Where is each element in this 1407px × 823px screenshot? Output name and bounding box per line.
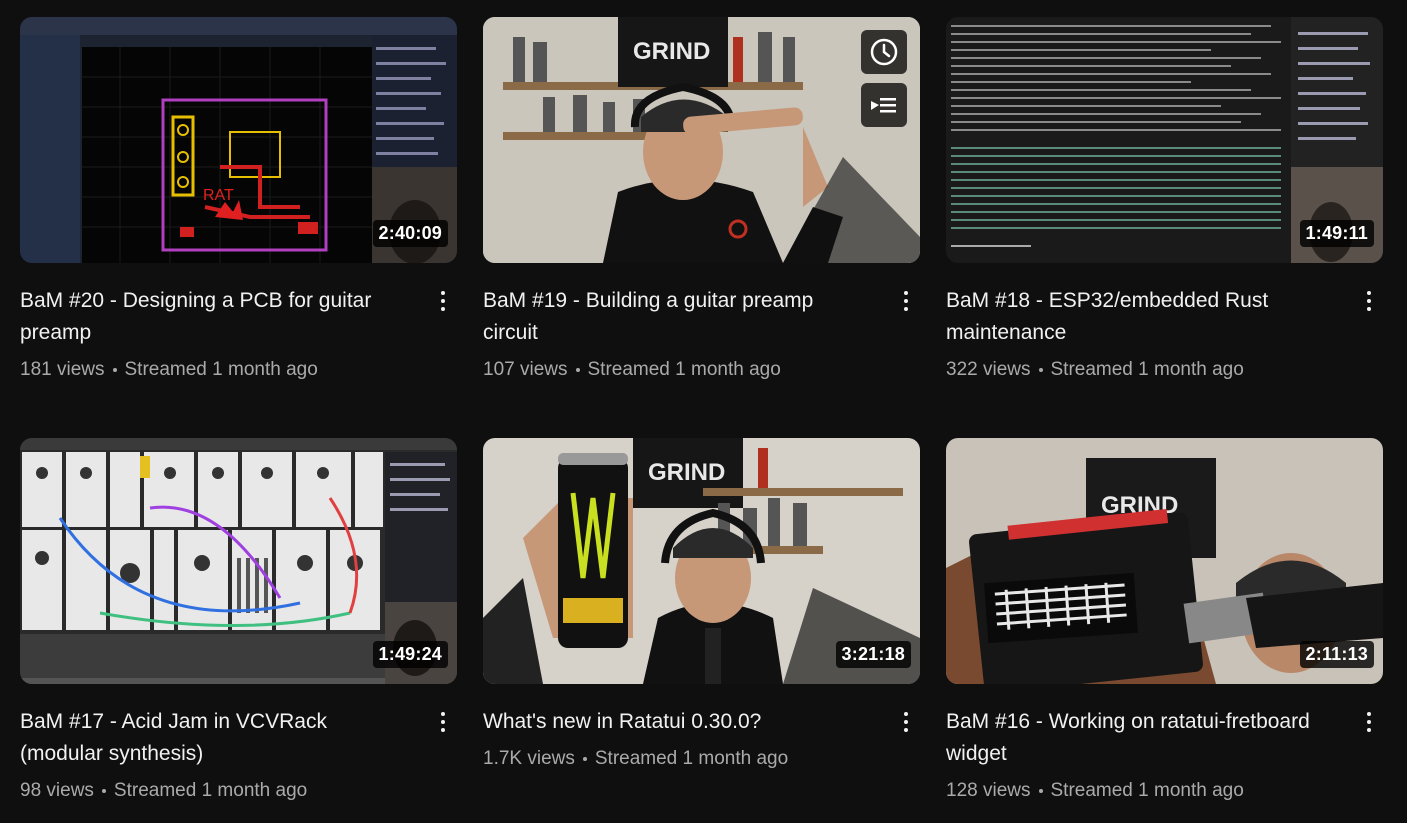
video-card[interactable]: GRIND 3:21:18 What's new in Ratatui 0.30…	[483, 438, 920, 770]
video-card[interactable]: GRIND 2:11:13 BaM #16 - Working on ratat…	[946, 438, 1383, 802]
video-thumbnail[interactable]: 1:49:11	[946, 17, 1383, 263]
video-thumbnail[interactable]: 1:49:24	[20, 438, 457, 684]
video-thumbnail[interactable]: GRIND 2:11:13	[946, 438, 1383, 684]
separator-dot	[101, 789, 106, 793]
video-title[interactable]: What's new in Ratatui 0.30.0?	[483, 706, 874, 738]
video-card[interactable]: 1:49:24 BaM #17 - Acid Jam in VCVRack (m…	[20, 438, 457, 802]
video-stats: 128 views Streamed 1 month ago	[946, 780, 1337, 802]
duration-badge: 1:49:11	[1299, 220, 1374, 247]
duration-badge: 2:40:09	[372, 220, 448, 247]
video-thumbnail[interactable]: GRIND	[483, 17, 920, 263]
view-count: 1.7K views	[483, 748, 575, 769]
stream-age: Streamed 1 month ago	[113, 780, 308, 801]
stream-age: Streamed 1 month ago	[124, 359, 318, 380]
separator-dot	[582, 757, 587, 761]
video-card[interactable]: RAT 2:40:09 BaM #20 - Designing a PCB fo…	[20, 17, 457, 381]
video-title[interactable]: BaM #20 - Designing a PCB for guitar pre…	[20, 285, 411, 349]
duration-badge: 1:49:24	[372, 641, 448, 668]
video-thumbnail[interactable]: RAT 2:40:09	[20, 17, 457, 263]
video-stats: 181 views Streamed 1 month ago	[20, 359, 411, 381]
add-to-queue-icon	[871, 98, 896, 113]
svg-text:GRIND: GRIND	[633, 38, 710, 65]
clock-icon	[870, 38, 898, 66]
streamer-thumbnail: GRIND	[483, 17, 920, 263]
view-count: 107 views	[483, 359, 568, 380]
separator-dot	[1038, 789, 1043, 793]
svg-text:RAT: RAT	[203, 187, 234, 204]
separator-dot	[1038, 368, 1043, 372]
more-actions-icon[interactable]	[894, 706, 918, 738]
duration-badge: 3:21:18	[835, 641, 911, 668]
stream-age: Streamed 1 month ago	[1050, 359, 1244, 380]
separator-dot	[575, 368, 580, 372]
view-count: 98 views	[20, 780, 94, 801]
view-count: 181 views	[20, 359, 105, 380]
view-count: 322 views	[946, 359, 1031, 380]
video-card[interactable]: 1:49:11 BaM #18 - ESP32/embedded Rust ma…	[946, 17, 1383, 381]
video-stats: 98 views Streamed 1 month ago	[20, 780, 411, 802]
more-actions-icon[interactable]	[431, 706, 455, 738]
view-count: 128 views	[946, 780, 1031, 801]
duration-badge: 2:11:13	[1299, 641, 1374, 668]
video-title[interactable]: BaM #17 - Acid Jam in VCVRack (modular s…	[20, 706, 411, 770]
watch-later-button[interactable]	[861, 30, 907, 74]
stream-age: Streamed 1 month ago	[587, 359, 781, 380]
separator-dot	[112, 368, 117, 372]
video-title[interactable]: BaM #19 - Building a guitar preamp circu…	[483, 285, 874, 349]
video-stats: 1.7K views Streamed 1 month ago	[483, 748, 874, 770]
video-title[interactable]: BaM #16 - Working on ratatui-fretboard w…	[946, 706, 1337, 770]
video-card[interactable]: GRIND BaM #19 - Building a guitar preamp…	[483, 17, 920, 381]
video-thumbnail[interactable]: GRIND 3:21:18	[483, 438, 920, 684]
more-actions-icon[interactable]	[431, 285, 455, 317]
stream-age: Streamed 1 month ago	[594, 748, 789, 769]
more-actions-icon[interactable]	[1357, 706, 1381, 738]
svg-text:GRIND: GRIND	[648, 459, 725, 486]
video-grid: RAT 2:40:09 BaM #20 - Designing a PCB fo…	[0, 0, 1407, 823]
more-actions-icon[interactable]	[1357, 285, 1381, 317]
stream-age: Streamed 1 month ago	[1050, 780, 1244, 801]
video-stats: 322 views Streamed 1 month ago	[946, 359, 1337, 381]
more-actions-icon[interactable]	[894, 285, 918, 317]
video-stats: 107 views Streamed 1 month ago	[483, 359, 874, 381]
add-to-queue-button[interactable]	[861, 83, 907, 127]
video-title[interactable]: BaM #18 - ESP32/embedded Rust maintenanc…	[946, 285, 1337, 349]
